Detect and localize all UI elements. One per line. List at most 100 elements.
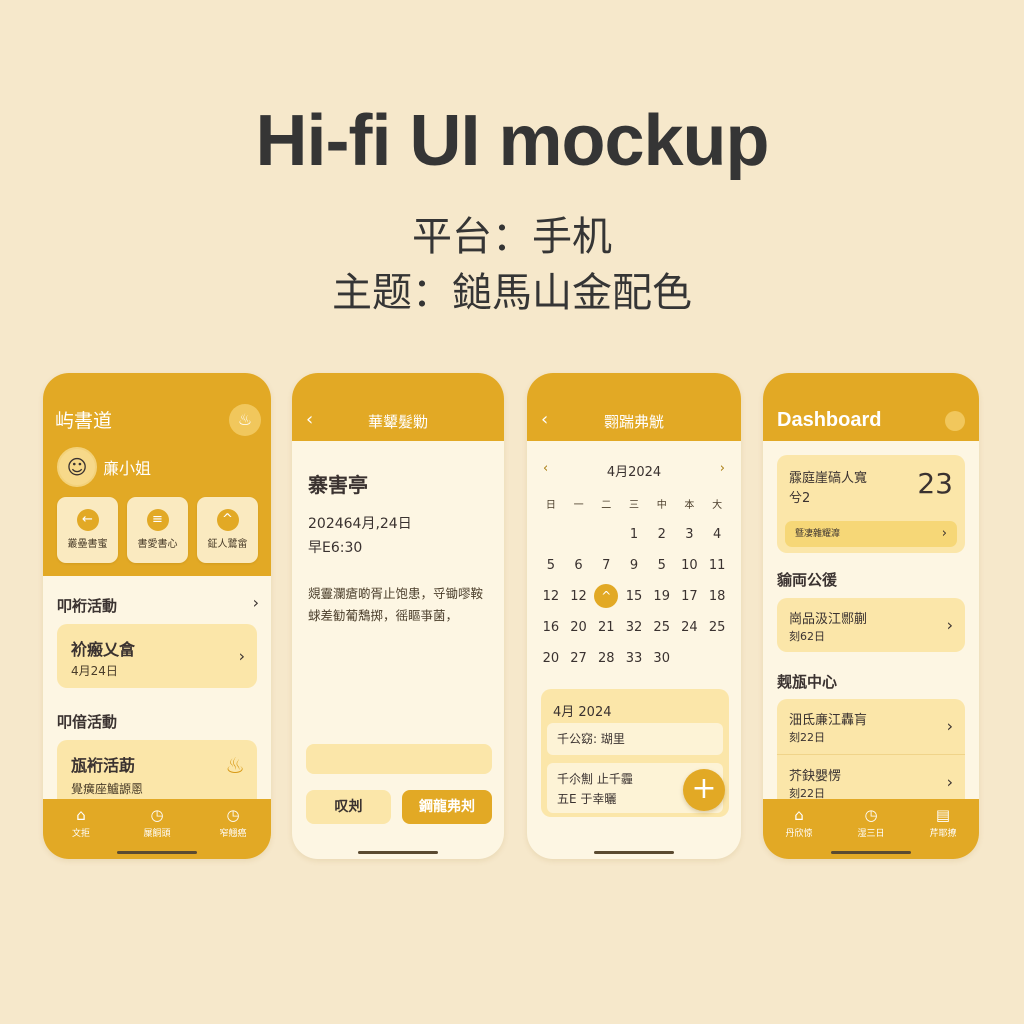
calendar-day [565, 519, 593, 550]
calendar-day[interactable]: 32 [620, 612, 648, 643]
calendar-day[interactable]: 10 [676, 550, 704, 581]
calendar-day[interactable]: 3 [676, 519, 704, 550]
weekday-label: 中 [656, 500, 667, 511]
note-input[interactable] [306, 744, 492, 774]
list-group: 沺氐亷江轟肓 刻22日 › 芥鈌嬰愣 刻22日 › [777, 699, 965, 809]
chevron-right-icon: › [941, 526, 947, 541]
home-icon: ⌂ [794, 806, 804, 824]
calendar-day[interactable]: 7 [592, 550, 620, 581]
calendar-day[interactable]: 5 [648, 550, 676, 581]
quick-action-1[interactable]: ← 叢壘書蜜 [57, 497, 118, 563]
event-card[interactable]: 衸瘢乂畣 4月24日 › [57, 624, 257, 688]
tab-home[interactable]: ⌂ 文拒 [51, 807, 111, 839]
weekday-label: 二 [601, 500, 612, 511]
quick-action-3[interactable]: ^ 鉦人鷺畲 [197, 497, 258, 563]
up-chevron-icon: ^ [216, 509, 239, 531]
avatar[interactable]: ☺ [57, 447, 97, 487]
calendar-day[interactable]: 18 [703, 581, 731, 612]
add-button[interactable]: + [683, 769, 725, 811]
calendar-day[interactable]: 9 [620, 550, 648, 581]
chevron-right-icon: › [946, 772, 953, 792]
confirm-button[interactable]: 鋼龍弗刔 [402, 790, 492, 824]
list-item-title: 崗品汲江郻蒯 [789, 612, 868, 627]
event-title: 寨害亭 [308, 473, 368, 497]
stat-card: 霡庭崖碻人寬 兮2 23 曁凄雜耀灖 › [777, 455, 965, 553]
calendar-day[interactable]: 15 [620, 581, 648, 612]
tab-bar: ⌂ 丹欣惊 ◷ 湿三日 ▤ 芹耶撩 [763, 799, 979, 859]
calendar-day[interactable]: 19 [648, 581, 676, 612]
tab-label: 湿三日 [857, 829, 885, 839]
bell-icon[interactable]: ♨ [229, 404, 261, 436]
calendar-day[interactable]: ^ [592, 581, 620, 612]
section-title: 叩裄活動 [57, 597, 118, 615]
home-indicator [358, 851, 438, 854]
list-item-title: 沺氐亷江轟肓 [789, 713, 868, 728]
theme-subtitle: 主题：鎚馬山金配色 [332, 270, 692, 316]
mockup-title: Hi-fi UI mockup [255, 101, 769, 181]
screen-title: 翾踹弗觥 [603, 413, 664, 431]
calendar-day[interactable]: 28 [592, 643, 620, 674]
next-month-icon[interactable]: › [720, 461, 725, 476]
stat-link-label: 曁凄雜耀灖 [795, 529, 841, 539]
calendar-day[interactable]: 21 [592, 612, 620, 643]
calendar-day[interactable]: 16 [537, 612, 565, 643]
weekday-label: 大 [712, 500, 723, 511]
quick-action-2[interactable]: ≡ 書愛書心 [127, 497, 188, 563]
tab-label: 文拒 [71, 829, 90, 839]
phone-dashboard: Dashboard 霡庭崖碻人寬 兮2 23 曁凄雜耀灖 › 貐両公㣪 崗品汲江… [763, 373, 979, 859]
calendar-day[interactable]: 12 [537, 581, 565, 612]
back-arrow-icon: ← [76, 509, 99, 531]
book-icon: ≡ [146, 509, 169, 531]
schedule-row[interactable]: 千公窈: 瑚里 [547, 723, 723, 755]
tab-history[interactable]: ◷ 窄翹癌 [203, 807, 263, 839]
top-bar: ‹ 華顰髮勦 [292, 373, 504, 441]
stat-link[interactable]: 曁凄雜耀灖 › [785, 521, 957, 547]
calendar-day[interactable]: 11 [703, 550, 731, 581]
section-title: 貐両公㣪 [777, 571, 838, 589]
tab-notes[interactable]: ▤ 芹耶撩 [913, 807, 973, 839]
chevron-right-icon: › [946, 716, 953, 736]
phone-calendar: ‹ 翾踹弗觥 ‹ 4月2024 › 日一二三中本大 1 2 3 4 5 6 7 9 5 10 11 12… [527, 373, 741, 859]
tab-schedule[interactable]: ◷ 屟餇頭 [127, 807, 187, 839]
event-time: 早E6:30 [308, 540, 363, 556]
list-item-sub: 刻62日 [789, 630, 825, 643]
calendar-day[interactable]: 20 [537, 643, 565, 674]
list-item-title: 芥鈌嬰愣 [789, 769, 842, 784]
calendar-day[interactable]: 2 [648, 519, 676, 550]
calendar-day[interactable]: 33 [620, 643, 648, 674]
weekday-label: 日 [545, 500, 556, 511]
activity-card-subtitle: 覺癀座鱸謜慁 [71, 782, 144, 796]
home-indicator [117, 851, 197, 854]
stat-label: 霡庭崖碻人寬 [789, 471, 868, 486]
calendar-day[interactable]: 4 [703, 519, 731, 550]
tab-label: 窄翹癌 [219, 829, 247, 839]
list-item[interactable]: 沺氐亷江轟肓 刻22日 › [777, 699, 965, 753]
quick-action-label: 叢壘書蜜 [67, 539, 108, 550]
platform-subtitle: 平台：手机 [412, 214, 612, 260]
cancel-button[interactable]: 叹刔 [306, 790, 391, 824]
notebook-icon: ▤ [935, 806, 951, 824]
tab-label: 芹耶撩 [929, 829, 957, 839]
calendar-day[interactable]: 25 [648, 612, 676, 643]
calendar-day[interactable]: 30 [648, 643, 676, 674]
calendar-day[interactable]: 1 [620, 519, 648, 550]
calendar-day[interactable]: 27 [565, 643, 593, 674]
calendar-day[interactable]: 6 [565, 550, 593, 581]
calendar-day[interactable]: 17 [676, 581, 704, 612]
cloche-icon: ♨ [225, 754, 245, 779]
list-item[interactable]: 崗品汲江郻蒯 刻62日 › [777, 598, 965, 652]
calendar-day[interactable]: 12 [565, 581, 593, 612]
calendar-day[interactable]: 5 [537, 550, 565, 581]
weekday-label: 本 [684, 500, 695, 511]
event-date: 202464月,24日 [308, 516, 412, 532]
tab-schedule[interactable]: ◷ 湿三日 [841, 807, 901, 839]
chevron-right-icon[interactable]: › [253, 593, 259, 612]
calendar-day[interactable]: 24 [676, 612, 704, 643]
calendar-day[interactable]: 20 [565, 612, 593, 643]
tab-home[interactable]: ⌂ 丹欣惊 [769, 807, 829, 839]
calendar-day[interactable]: 25 [703, 612, 731, 643]
section-title: 叩偣活動 [57, 713, 118, 731]
profile-icon[interactable] [945, 411, 965, 431]
calendar-grid: 日一二三中本大 1 2 3 4 5 6 7 9 5 10 11 12 12 ^ 15 19 17 18 16 20 21 3… [537, 493, 731, 674]
calendar-day [592, 519, 620, 550]
